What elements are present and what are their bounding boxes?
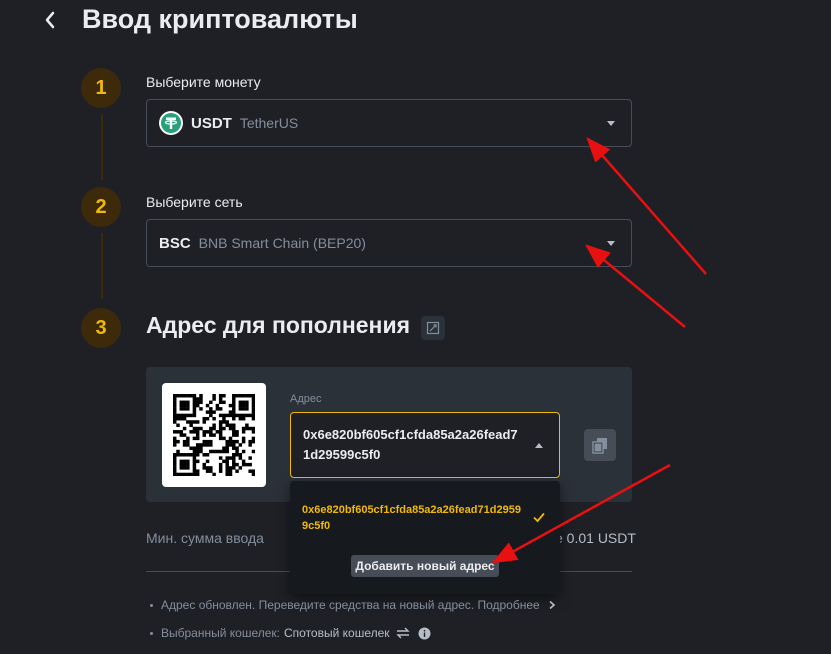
bullet-dot bbox=[150, 603, 153, 607]
address-dropdown: 0x6e820bf605cf1cfda85a2a26fead71d29599c5… bbox=[290, 481, 560, 594]
back-arrow-icon[interactable] bbox=[40, 8, 60, 32]
step-number-3: 3 bbox=[81, 308, 121, 348]
address-value: 0x6e820bf605cf1cfda85a2a26fead71d29599c5… bbox=[303, 427, 518, 462]
selected-wallet-note: Выбранный кошелек: Спотовый кошелек bbox=[150, 626, 431, 640]
address-option[interactable]: 0x6e820bf605cf1cfda85a2a26fead71d29599c5… bbox=[302, 502, 524, 534]
copy-button[interactable] bbox=[584, 429, 616, 461]
coin-name: TetherUS bbox=[239, 115, 299, 131]
coin-code: USDT bbox=[191, 114, 232, 132]
copy-icon bbox=[592, 438, 607, 454]
address-updated-text[interactable]: Адрес обновлен. Переведите средства на н… bbox=[161, 598, 540, 612]
wallet-label: Выбранный кошелек: bbox=[161, 626, 280, 640]
address-updated-note: Адрес обновлен. Переведите средства на н… bbox=[150, 598, 556, 612]
edit-icon[interactable] bbox=[421, 316, 445, 340]
add-new-address-button[interactable]: Добавить новый адрес bbox=[351, 555, 499, 577]
deposit-address-title: Адрес для пополнения bbox=[146, 312, 411, 338]
step-connector bbox=[101, 233, 103, 299]
network-select[interactable]: BSC BNB Smart Chain (BEP20) bbox=[146, 219, 632, 267]
tether-icon bbox=[159, 111, 183, 135]
chevron-down-icon bbox=[607, 121, 615, 126]
swap-icon[interactable] bbox=[395, 627, 410, 639]
chevron-right-icon[interactable] bbox=[548, 600, 556, 610]
qr-code bbox=[162, 383, 266, 487]
address-field-label: Адрес bbox=[290, 393, 322, 405]
page-title: Ввод криптовалюты bbox=[82, 4, 358, 34]
network-code: BSC bbox=[159, 234, 191, 252]
min-deposit-value: e 0.01 USDT bbox=[555, 530, 636, 546]
edit-icon-glyph bbox=[426, 321, 440, 335]
network-select-label: Выберите сеть bbox=[146, 194, 243, 210]
step-connector bbox=[101, 114, 103, 180]
wallet-value: Спотовый кошелек bbox=[284, 626, 390, 640]
coin-select[interactable]: USDT TetherUS bbox=[146, 99, 632, 147]
chevron-down-icon bbox=[607, 241, 615, 246]
check-icon bbox=[533, 512, 545, 523]
bullet-dot bbox=[150, 631, 153, 635]
step-number-1: 1 bbox=[81, 68, 121, 108]
network-name: BNB Smart Chain (BEP20) bbox=[198, 235, 366, 251]
min-deposit-label: Мин. сумма ввода bbox=[146, 530, 264, 546]
info-icon[interactable] bbox=[418, 627, 431, 640]
step-number-2: 2 bbox=[81, 187, 121, 227]
address-select[interactable]: 0x6e820bf605cf1cfda85a2a26fead71d29599c5… bbox=[290, 412, 560, 478]
qr-code-image bbox=[173, 394, 255, 476]
coin-select-label: Выберите монету bbox=[146, 74, 261, 90]
chevron-up-icon bbox=[535, 443, 543, 448]
